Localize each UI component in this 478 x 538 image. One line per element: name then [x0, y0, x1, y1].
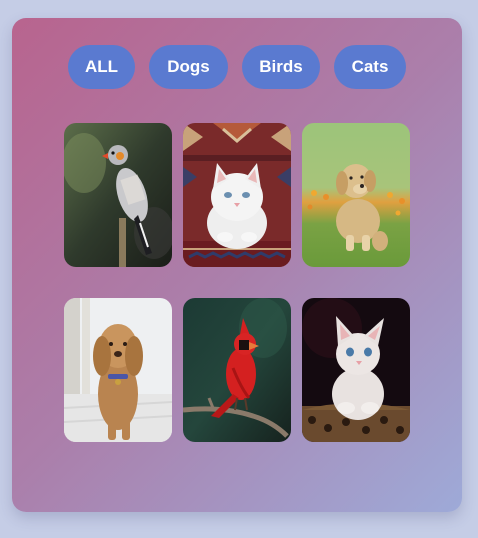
gallery-image-zebra-finch[interactable] [64, 123, 172, 267]
gallery-image-red-cardinal[interactable] [183, 298, 291, 442]
gallery-card: ALL Dogs Birds Cats [12, 18, 462, 512]
kitten-in-basket-photo [302, 298, 410, 442]
filter-button-cats[interactable]: Cats [334, 45, 406, 89]
filter-bar: ALL Dogs Birds Cats [12, 45, 462, 89]
filter-button-birds[interactable]: Birds [242, 45, 320, 89]
gallery-image-white-kitten-basket[interactable] [302, 298, 410, 442]
fluffy-dog-photo [64, 298, 172, 442]
gallery-image-golden-puppy[interactable] [302, 123, 410, 267]
golden-puppy-photo [302, 123, 410, 267]
filter-button-all[interactable]: ALL [68, 45, 135, 89]
kitten-on-rug-photo [183, 123, 291, 267]
red-cardinal-photo [183, 298, 291, 442]
gallery-image-white-kitten-rug[interactable] [183, 123, 291, 267]
filter-button-dogs[interactable]: Dogs [149, 45, 228, 89]
zebra-finch-photo [64, 123, 172, 267]
gallery-image-fluffy-dog[interactable] [64, 298, 172, 442]
